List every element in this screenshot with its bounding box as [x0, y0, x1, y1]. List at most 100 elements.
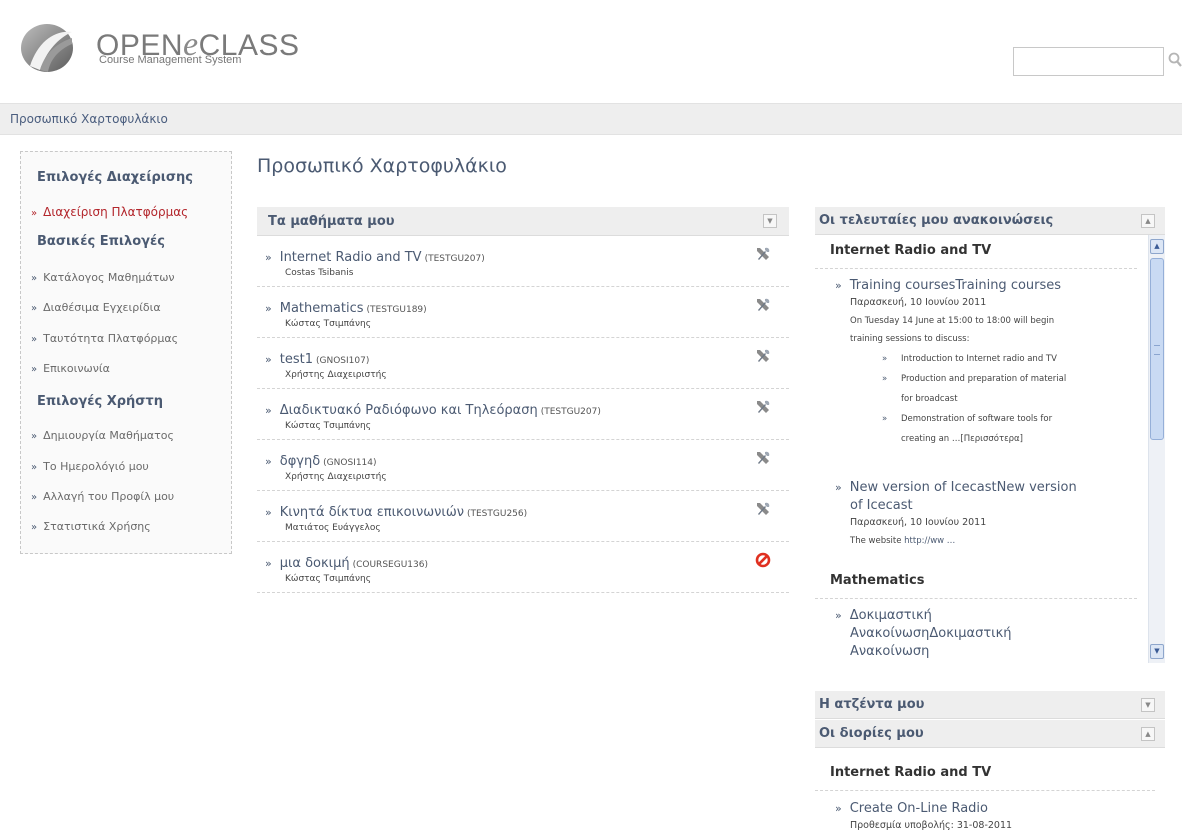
scroll-thumb[interactable]: [1150, 258, 1164, 440]
scroll-up-icon[interactable]: ▲: [1150, 239, 1164, 254]
sidebar-item-platform-admin[interactable]: » Διαχείριση Πλατφόρμας: [31, 205, 188, 219]
course-code: (GNOSI114): [323, 458, 377, 468]
announcements-scrollbar[interactable]: ▲ ▼: [1148, 235, 1165, 663]
announcements-list: Internet Radio and TV » Training coursesT…: [815, 235, 1165, 663]
course-row: » test1 (GNOSI107) Χρήστης Διαχειριστής: [257, 338, 789, 389]
course-link[interactable]: Κινητά δίκτυα επικοινωνιών: [280, 505, 464, 520]
scroll-down-icon[interactable]: ▼: [1150, 644, 1164, 659]
course-professor: Κώστας Τσιμπάνης: [285, 421, 371, 431]
tools-icon[interactable]: [755, 348, 771, 364]
agenda-header: Η ατζέντα μου ▼: [815, 691, 1165, 719]
sidebar-item-usage-stats[interactable]: » Στατιστικά Χρήσης: [31, 520, 151, 533]
course-link[interactable]: Mathematics: [280, 301, 364, 316]
course-code: (TESTGU207): [540, 407, 601, 417]
announcement-item: » New version of IcecastNew version of Ic…: [835, 479, 1135, 551]
collapse-down-icon[interactable]: ▼: [763, 214, 777, 228]
agenda-title: Η ατζέντα μου: [819, 697, 925, 712]
collapse-down-icon[interactable]: ▼: [1141, 698, 1155, 712]
breadcrumb-bar: Προσωπικό Χαρτοφυλάκιο: [0, 103, 1182, 135]
deadlines-panel: Οι διορίες μου ▲: [815, 720, 1165, 748]
course-professor: Κώστας Τσιμπάνης: [285, 319, 371, 329]
collapse-up-icon[interactable]: ▲: [1141, 214, 1155, 228]
logo-mark-icon: [21, 24, 73, 72]
course-code: (TESTGU189): [366, 305, 427, 315]
tools-icon[interactable]: [755, 246, 771, 262]
announcement-course-heading: Internet Radio and TV: [815, 235, 1137, 269]
sidebar: Επιλογές Διαχείρισης » Διαχείριση Πλατφόρ…: [20, 151, 232, 554]
sidebar-item-edit-profile[interactable]: » Αλλαγή του Προφίλ μου: [31, 490, 174, 503]
sidebar-item-label: Διαχείριση Πλατφόρμας: [43, 205, 189, 219]
sidebar-item-create-course[interactable]: » Δημιουργία Μαθήματος: [31, 429, 174, 442]
course-professor: Χρήστης Διαχειριστής: [285, 472, 387, 482]
announcement-link[interactable]: http://ww …: [904, 536, 955, 546]
course-code: (TESTGU256): [466, 509, 528, 519]
logo-subtitle: Course Management System: [99, 54, 242, 66]
announcement-title-cont[interactable]: Ανακοίνωση: [850, 643, 1135, 661]
course-professor: Costas Tsibanis: [285, 268, 354, 278]
deadlines-title: Οι διορίες μου: [819, 726, 924, 741]
sidebar-item-label: Δημιουργία Μαθήματος: [43, 429, 174, 442]
announcement-course-heading: Mathematics: [815, 565, 1137, 599]
course-professor: Κώστας Τσιμπάνης: [285, 574, 371, 584]
sidebar-item-label: Αλλαγή του Προφίλ μου: [43, 490, 175, 503]
sidebar-item-manuals[interactable]: » Διαθέσιμα Εγχειρίδια: [31, 301, 161, 314]
my-courses-header: Τα μαθήματα μου ▼: [257, 207, 789, 236]
announcements-panel: Οι τελευταίες μου ανακοινώσεις ▲: [815, 207, 1165, 235]
announcement-title[interactable]: » Training coursesTraining courses: [835, 277, 1135, 295]
sidebar-item-label: Το Ημερολόγιό μου: [43, 460, 149, 473]
announcement-text: On Tuesday 14 June at 15:00 to 18:00 wil…: [850, 316, 1055, 326]
agenda-panel: Η ατζέντα μου ▼: [815, 691, 1165, 719]
sidebar-item-label: Κατάλογος Μαθημάτων: [43, 271, 175, 284]
announcement-bullet: » Demonstration of software tools for: [882, 414, 1053, 424]
course-code: (GNOSI107): [315, 356, 370, 366]
course-link[interactable]: δφγηδ: [280, 454, 320, 469]
announcement-date: Παρασκευή, 10 Ιουνίου 2011: [850, 297, 987, 308]
sidebar-heading-admin: Επιλογές Διαχείρισης: [37, 170, 193, 185]
sidebar-heading-user: Επιλογές Χρήστη: [37, 394, 163, 409]
announcement-bullet: » Introduction to Internet radio and TV: [882, 354, 1057, 364]
sidebar-item-platform-identity[interactable]: » Ταυτότητα Πλατφόρμας: [31, 332, 178, 345]
collapse-up-icon[interactable]: ▲: [1141, 727, 1155, 741]
my-courses-panel: Τα μαθήματα μου ▼ » Internet Radio and TV…: [257, 207, 789, 593]
tools-icon[interactable]: [755, 501, 771, 517]
sidebar-item-course-catalog[interactable]: » Κατάλογος Μαθημάτων: [31, 271, 175, 284]
page-title: Προσωπικό Χαρτοφυλάκιο: [257, 155, 507, 177]
course-link[interactable]: Internet Radio and TV: [280, 250, 422, 265]
course-link[interactable]: Διαδικτυακό Ραδιόφωνο και Τηλεόραση: [280, 403, 538, 418]
sidebar-item-label: Ταυτότητα Πλατφόρμας: [43, 332, 179, 345]
search-icon[interactable]: [1168, 52, 1182, 68]
course-row: » Κινητά δίκτυα επικοινωνιών (TESTGU256) Μ…: [257, 491, 789, 542]
course-professor: Χρήστης Διαχειριστής: [285, 370, 387, 380]
sidebar-item-calendar[interactable]: » Το Ημερολόγιό μου: [31, 460, 149, 473]
tools-icon[interactable]: [755, 297, 771, 313]
breadcrumb[interactable]: Προσωπικό Χαρτοφυλάκιο: [10, 112, 168, 126]
sidebar-item-label: Επικοινωνία: [43, 362, 110, 375]
announcement-more-link[interactable]: creating an …[Περισσότερα]: [882, 429, 1135, 449]
course-row: » μια δοκιμή (COURSEGU136) Κώστας Τσιμπάνη…: [257, 542, 789, 593]
tools-icon[interactable]: [755, 399, 771, 415]
unsubscribe-icon[interactable]: [755, 552, 771, 568]
course-link[interactable]: test1: [280, 352, 313, 367]
announcement-title-cont[interactable]: ΑνακοίνωσηΔοκιμαστική: [850, 625, 1135, 643]
announcement-bullet: » Production and preparation of material: [882, 374, 1067, 384]
announcement-title-cont[interactable]: of Icecast: [850, 497, 1135, 515]
sidebar-item-contact[interactable]: » Επικοινωνία: [31, 362, 110, 375]
announcements-title: Οι τελευταίες μου ανακοινώσεις: [819, 213, 1054, 228]
course-code: (COURSEGU136): [352, 560, 428, 570]
announcement-bullet-cont: for broadcast: [901, 394, 958, 404]
deadline-item: » Create On-Line Radio Προθεσμία υποβολής…: [835, 800, 1155, 834]
announcement-text: The website http://ww …: [850, 536, 956, 546]
logo[interactable]: OPENeCLASS Course Management System: [18, 16, 299, 74]
search-input[interactable]: [1013, 47, 1164, 76]
deadline-course-heading: Internet Radio and TV: [815, 757, 1155, 791]
announcement-item: » Training coursesTraining courses Παρασκ…: [835, 277, 1135, 449]
course-code: (TESTGU207): [424, 254, 485, 264]
announcement-title[interactable]: » New version of IcecastNew version: [835, 479, 1135, 497]
tools-icon[interactable]: [755, 450, 771, 466]
course-row: » δφγηδ (GNOSI114) Χρήστης Διαχειριστής: [257, 440, 789, 491]
deadline-title[interactable]: » Create On-Line Radio: [835, 800, 1155, 818]
course-row: » Διαδικτυακό Ραδιόφωνο και Τηλεόραση (TES…: [257, 389, 789, 440]
sidebar-item-label: Στατιστικά Χρήσης: [43, 520, 151, 533]
course-link[interactable]: μια δοκιμή: [280, 556, 350, 571]
announcement-title[interactable]: » Δοκιμαστική: [835, 607, 1135, 625]
